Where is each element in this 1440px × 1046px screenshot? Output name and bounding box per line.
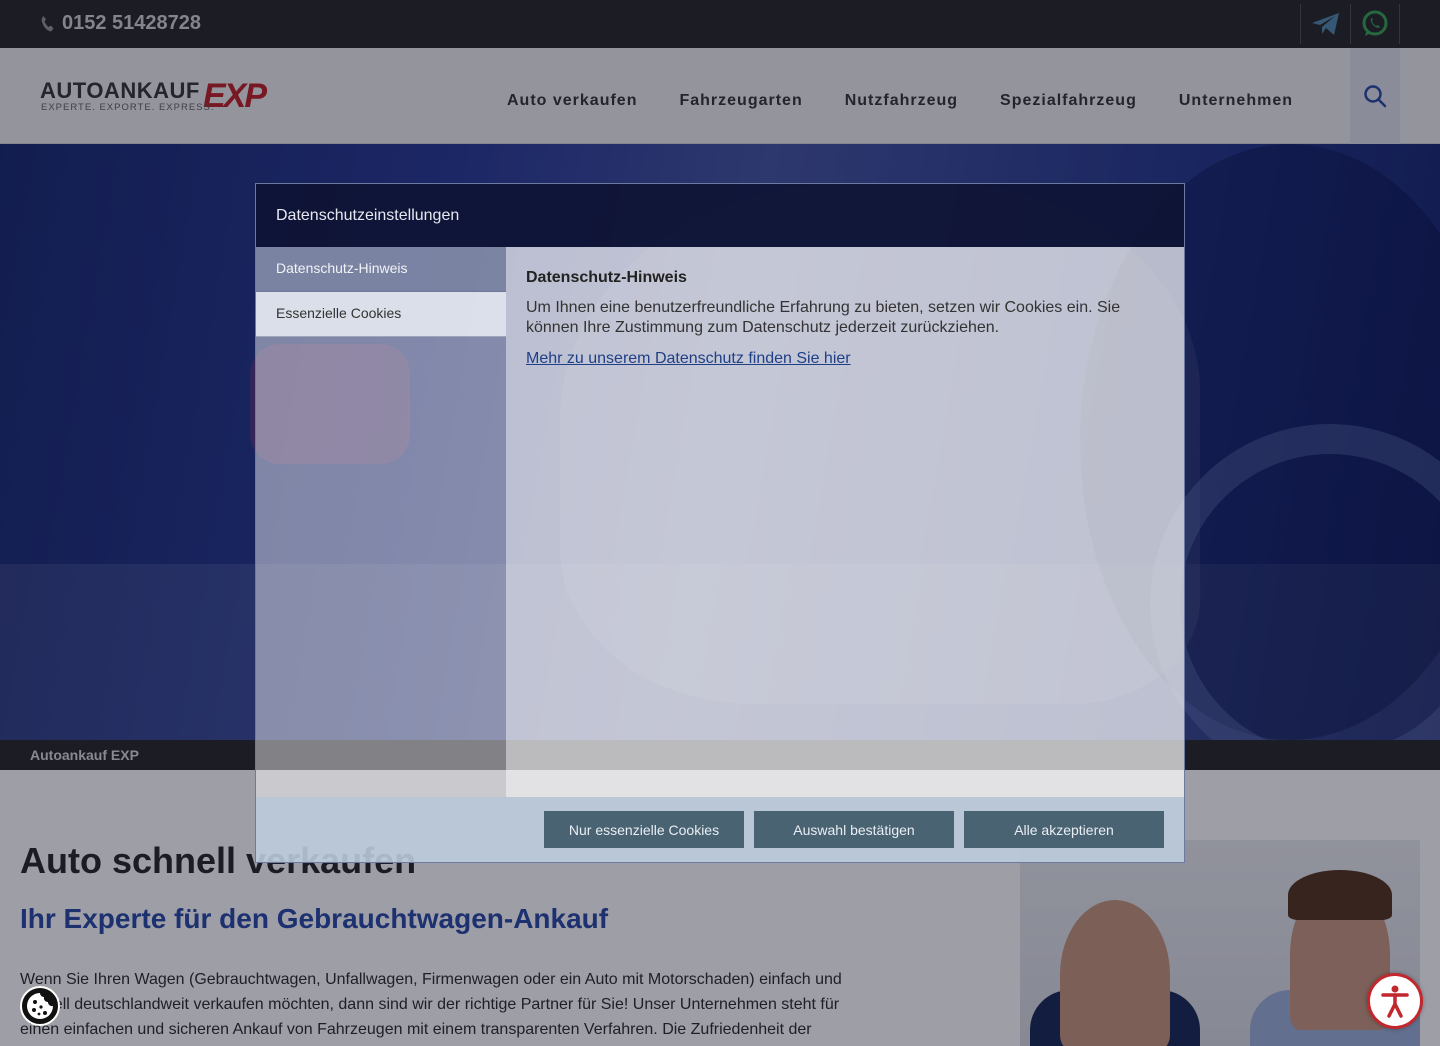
modal-title: Datenschutzeinstellungen [276, 207, 460, 224]
confirm-selection-button[interactable]: Auswahl bestätigen [754, 811, 954, 848]
accessibility-icon [1381, 985, 1409, 1018]
modal-content: Datenschutz-Hinweis Um Ihnen eine benutz… [506, 247, 1184, 797]
modal-footer: Nur essenzielle Cookies Auswahl bestätig… [256, 797, 1184, 862]
content-text: Um Ihnen eine benutzerfreundliche Erfahr… [526, 299, 1121, 336]
cookie-icon [27, 993, 53, 1019]
privacy-settings-modal: Datenschutzeinstellungen Datenschutz-Hin… [255, 183, 1185, 863]
content-title: Datenschutz-Hinweis [526, 269, 687, 286]
modal-tabs: Datenschutz-Hinweis Essenzielle Cookies [256, 247, 506, 797]
essential-cookies-button[interactable]: Nur essenzielle Cookies [544, 811, 744, 848]
privacy-policy-link[interactable]: Mehr zu unserem Datenschutz finden Sie h… [526, 350, 851, 367]
cookie-settings-button[interactable] [20, 986, 60, 1026]
tab-essenzielle-cookies[interactable]: Essenzielle Cookies [256, 292, 506, 337]
modal-header: Datenschutzeinstellungen [256, 184, 1184, 247]
accept-all-button[interactable]: Alle akzeptieren [964, 811, 1164, 848]
tab-datenschutz-hinweis[interactable]: Datenschutz-Hinweis [256, 247, 506, 292]
accessibility-button[interactable] [1367, 973, 1423, 1029]
